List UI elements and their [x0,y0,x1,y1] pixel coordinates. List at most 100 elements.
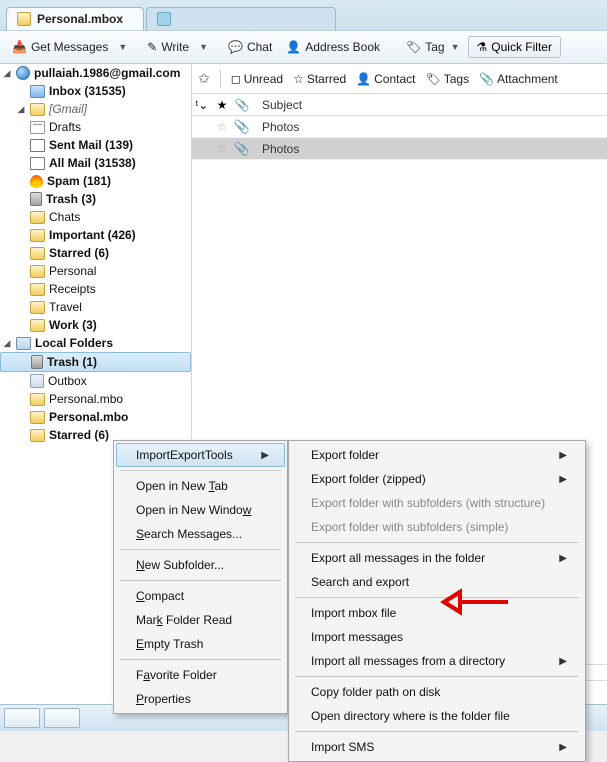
local-folders-row[interactable]: ◢ Local Folders [0,334,191,352]
folder-inbox[interactable]: Inbox (31535) [0,82,191,100]
folder-sent[interactable]: Sent Mail (139) [0,136,191,154]
menu-open-new-window[interactable]: Open in New Window [116,498,285,522]
menu-new-subfolder[interactable]: New Subfolder... [116,553,285,577]
star-icon[interactable]: ☆ [212,142,232,156]
context-menu-import-export: Export folder▶ Export folder (zipped)▶ E… [288,440,586,762]
label: Address Book [305,40,380,54]
folder-personal-mbox2[interactable]: Personal.mbo [0,408,191,426]
get-messages-button[interactable]: 📥 Get Messages [6,37,114,57]
taskbar-item[interactable] [44,708,80,728]
folder-outbox[interactable]: Outbox [0,372,191,390]
folder-starred[interactable]: Starred (6) [0,244,191,262]
menu-search-messages[interactable]: Search Messages... [116,522,285,546]
folder-drafts[interactable]: Drafts [0,118,191,136]
label: Export all messages in the folder [311,551,485,565]
person-icon: 👤 [286,40,301,54]
filter-starred[interactable]: ☆Starred [293,72,346,86]
folder-gmail[interactable]: ◢ [Gmail] [0,100,191,118]
folder-trash[interactable]: Trash (3) [0,190,191,208]
col-star[interactable]: ★ [212,98,232,112]
label: Import mbox file [311,606,396,620]
filter-unread[interactable]: ◻Unread [231,72,283,86]
pin-icon[interactable]: ✩ [198,70,210,87]
twisty-icon[interactable]: ◢ [2,338,12,349]
folder-label: Starred (6) [49,428,109,442]
folder-label: Inbox (31535) [49,84,126,98]
col-subject[interactable]: Subject [252,98,607,112]
message-row[interactable]: ☆ 📎 Photos [192,116,607,138]
download-icon: 📥 [12,40,27,54]
filter-attachment[interactable]: 📎Attachment [479,72,558,86]
chat-button[interactable]: 💬 Chat [222,37,278,57]
pencil-icon: ✎ [147,40,157,54]
menu-favorite-folder[interactable]: Favorite Folder [116,663,285,687]
folder-allmail[interactable]: All Mail (31538) [0,154,191,172]
label: Copy folder path on disk [311,685,440,699]
twisty-icon[interactable]: ◢ [16,104,26,115]
menu-import-from-directory[interactable]: Import all messages from a directory▶ [291,649,583,673]
taskbar-item[interactable] [4,708,40,728]
tab-inactive[interactable] [146,7,336,30]
folder-icon [30,411,45,424]
folder-spam[interactable]: Spam (181) [0,172,191,190]
label: Import messages [311,630,403,644]
menu-import-sms[interactable]: Import SMS▶ [291,735,583,759]
folder-label: Trash (1) [47,355,97,369]
folder-chats[interactable]: Chats [0,208,191,226]
account-row[interactable]: ◢ pullaiah.1986@gmail.com [0,64,191,82]
folder-label: Outbox [48,374,87,388]
star-icon: ☆ [293,72,304,86]
folder-label: Chats [49,210,80,224]
menu-empty-trash[interactable]: Empty Trash [116,632,285,656]
tag-button[interactable]: 🏷 Tag ▼ [400,37,466,57]
menu-import-messages[interactable]: Import messages [291,625,583,649]
menu-export-subfolders-simple: Export folder with subfolders (simple) [291,515,583,539]
menu-import-export-tools[interactable]: ImportExportTools ▶ [116,443,285,467]
menu-export-all-messages[interactable]: Export all messages in the folder▶ [291,546,583,570]
menu-export-folder[interactable]: Export folder▶ [291,443,583,467]
menu-properties[interactable]: Properties [116,687,285,711]
label: Starred [307,72,346,86]
menu-open-directory[interactable]: Open directory where is the folder file [291,704,583,728]
clip-icon: 📎 [479,72,494,86]
twisty-icon[interactable]: ◢ [2,68,12,79]
folder-travel[interactable]: Travel [0,298,191,316]
menu-import-mbox-file[interactable]: Import mbox file [291,601,583,625]
clip-icon: 📎 [232,141,252,157]
write-button[interactable]: ✎ Write [141,37,195,57]
clip-icon: 📎 [232,119,252,135]
star-icon[interactable]: ☆ [212,120,232,134]
menu-compact[interactable]: Compact [116,584,285,608]
folder-personal-mbox1[interactable]: Personal.mbo [0,390,191,408]
menu-mark-folder-read[interactable]: Mark Folder Read [116,608,285,632]
folder-receipts[interactable]: Receipts [0,280,191,298]
folder-work[interactable]: Work (3) [0,316,191,334]
menu-export-folder-zipped[interactable]: Export folder (zipped)▶ [291,467,583,491]
caret-icon[interactable]: ▼ [199,42,208,52]
label: Unread [244,72,283,86]
folder-important[interactable]: Important (426) [0,226,191,244]
folder-label: Trash (3) [46,192,96,206]
label: Empty Trash [136,637,203,651]
menu-open-new-tab[interactable]: Open in New Tab [116,474,285,498]
tag-icon: 🏷 [406,40,421,54]
caret-icon[interactable]: ▼ [118,42,127,52]
label: Get Messages [31,40,108,54]
menu-search-and-export[interactable]: Search and export [291,570,583,594]
tab-personal[interactable]: Personal.mbox [6,7,144,30]
filter-contact[interactable]: 👤Contact [356,72,415,86]
thread-toggle[interactable]: ᵗ⌄ [192,98,212,112]
folder-label: Travel [49,300,82,314]
folder-label: Spam (181) [47,174,111,188]
tag-icon: 🏷 [426,72,441,86]
quick-filter-button[interactable]: ⚗ Quick Filter [468,36,561,58]
message-row[interactable]: ☆ 📎 Photos [192,138,607,160]
filter-tags[interactable]: 🏷Tags [426,72,470,86]
col-attach[interactable]: 📎 [232,98,252,112]
menu-copy-folder-path[interactable]: Copy folder path on disk [291,680,583,704]
label: Import all messages from a directory [311,654,505,668]
folder-personal[interactable]: Personal [0,262,191,280]
folder-trash-local[interactable]: Trash (1) [0,352,191,372]
address-book-button[interactable]: 👤 Address Book [280,37,386,57]
label: Quick Filter [491,40,552,54]
